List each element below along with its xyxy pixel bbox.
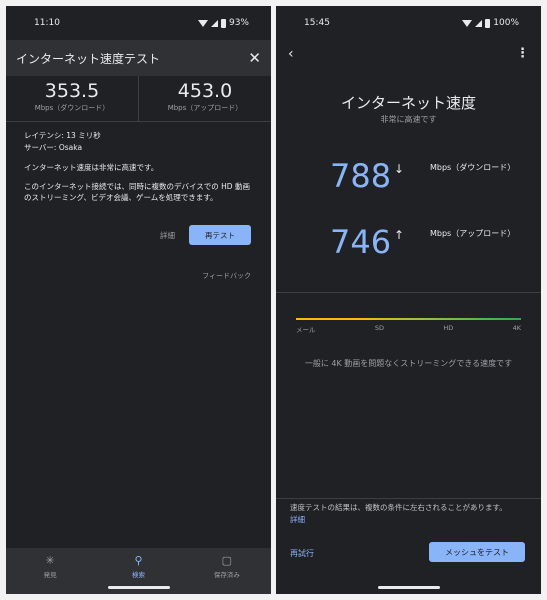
page-title: インターネット速度テスト (16, 51, 161, 66)
more-menu-icon[interactable]: ⋮ (516, 46, 529, 61)
status-bar: 15:45 100% (276, 6, 541, 40)
nav-discover[interactable]: ✳ 発見 (20, 554, 80, 594)
right-screen: 15:45 100% ‹ ⋮ インターネット速度 非常に高速です 788 ↓ M… (276, 6, 541, 594)
download-result: 788 ↓ Mbps（ダウンロード） (276, 156, 541, 196)
download-value: 353.5 (44, 80, 100, 102)
back-icon[interactable]: ‹ (288, 46, 294, 62)
download-value: 788 (330, 157, 392, 195)
download-arrow-icon: ↓ (394, 162, 405, 176)
discover-icon: ✳ (45, 554, 55, 567)
footnote: 速度テストの結果は、複数の条件に左右されることがあります。 詳細 (290, 502, 527, 526)
status-time: 15:45 (304, 18, 330, 28)
footnote-text: 速度テストの結果は、複数の条件に左右されることがあります。 (290, 503, 507, 512)
nav-label: 発見 (43, 571, 57, 579)
nav-label: 保存済み (213, 571, 240, 579)
bottom-nav: ✳ 発見 ⚲ 検索 ▢ 保存済み (6, 548, 271, 594)
upload-value: 453.0 (177, 80, 233, 102)
upload-unit: Mbps（アップロード） (430, 229, 516, 238)
home-indicator[interactable] (377, 586, 440, 589)
speed-scale-bar (296, 318, 521, 320)
nav-saved[interactable]: ▢ 保存済み (197, 554, 257, 594)
retry-button[interactable]: 再試行 (290, 548, 314, 559)
detail-link[interactable]: 詳細 (160, 230, 175, 241)
download-unit: Mbps（ダウンロード） (430, 163, 516, 172)
signal-icon (210, 19, 218, 27)
home-indicator[interactable] (107, 586, 170, 589)
latency: レイテンシ: 13 ミリ秒 (24, 131, 101, 140)
speed-description: このインターネット接続では、同時に複数のデバイスでの HD 動画のストリーミング… (24, 182, 250, 202)
download-unit: Mbps（ダウンロード） (34, 104, 110, 112)
scale-label-sd: SD (374, 324, 384, 332)
speed-results: 353.5 Mbps（ダウンロード） 453.0 Mbps（アップロード） (6, 76, 271, 122)
upload-arrow-icon: ↑ (394, 228, 405, 242)
battery-percent: 93% (228, 18, 249, 28)
scale-label-4k: 4K (512, 324, 521, 332)
upload-value: 746 (330, 223, 392, 261)
upload-result: 453.0 Mbps（アップロード） (138, 76, 271, 121)
speedtest-header: インターネット速度テスト ✕ (6, 40, 271, 76)
battery-icon (220, 18, 226, 28)
left-screen: 11:10 93% インターネット速度テスト ✕ 353.5 Mbps（ダウンロ… (6, 6, 271, 594)
download-result: 353.5 Mbps（ダウンロード） (6, 76, 138, 121)
scale-label-mail: メール (296, 326, 316, 334)
mesh-test-button[interactable]: メッシュをテスト (429, 542, 525, 562)
search-icon: ⚲ (134, 554, 143, 567)
result-info: レイテンシ: 13 ミリ秒 サーバー: Osaka インターネット速度は非常に高… (24, 130, 253, 203)
server: サーバー: Osaka (24, 143, 83, 152)
footnote-detail-link[interactable]: 詳細 (290, 515, 305, 524)
upload-unit: Mbps（アップロード） (167, 104, 243, 112)
battery-icon (485, 18, 491, 28)
speed-scale-labels: メール SD HD 4K (296, 324, 521, 334)
feedback-link[interactable]: フィードバック (202, 271, 251, 281)
signal-icon (475, 19, 483, 27)
wifi-icon (462, 19, 473, 27)
speed-note: 一般に 4K 動画を問題なくストリーミングできる速度です (304, 359, 513, 368)
nav-label: 検索 (131, 571, 145, 579)
retest-button[interactable]: 再テスト (189, 225, 251, 245)
result-actions: 詳細 再テスト (160, 225, 251, 245)
status-bar: 11:10 93% (6, 6, 271, 40)
close-icon[interactable]: ✕ (248, 49, 261, 67)
upload-result: 746 ↑ Mbps（アップロード） (276, 222, 541, 262)
status-time: 11:10 (34, 18, 60, 28)
speed-rating: 非常に高速です (380, 115, 437, 124)
battery-percent: 100% (493, 18, 519, 28)
page-title: インターネット速度 (340, 94, 476, 112)
saved-icon: ▢ (221, 554, 233, 567)
wifi-icon (197, 19, 208, 27)
divider (276, 292, 541, 293)
speed-summary: インターネット速度は非常に高速です。 (24, 163, 159, 172)
divider (276, 498, 541, 499)
scale-label-hd: HD (443, 324, 454, 332)
